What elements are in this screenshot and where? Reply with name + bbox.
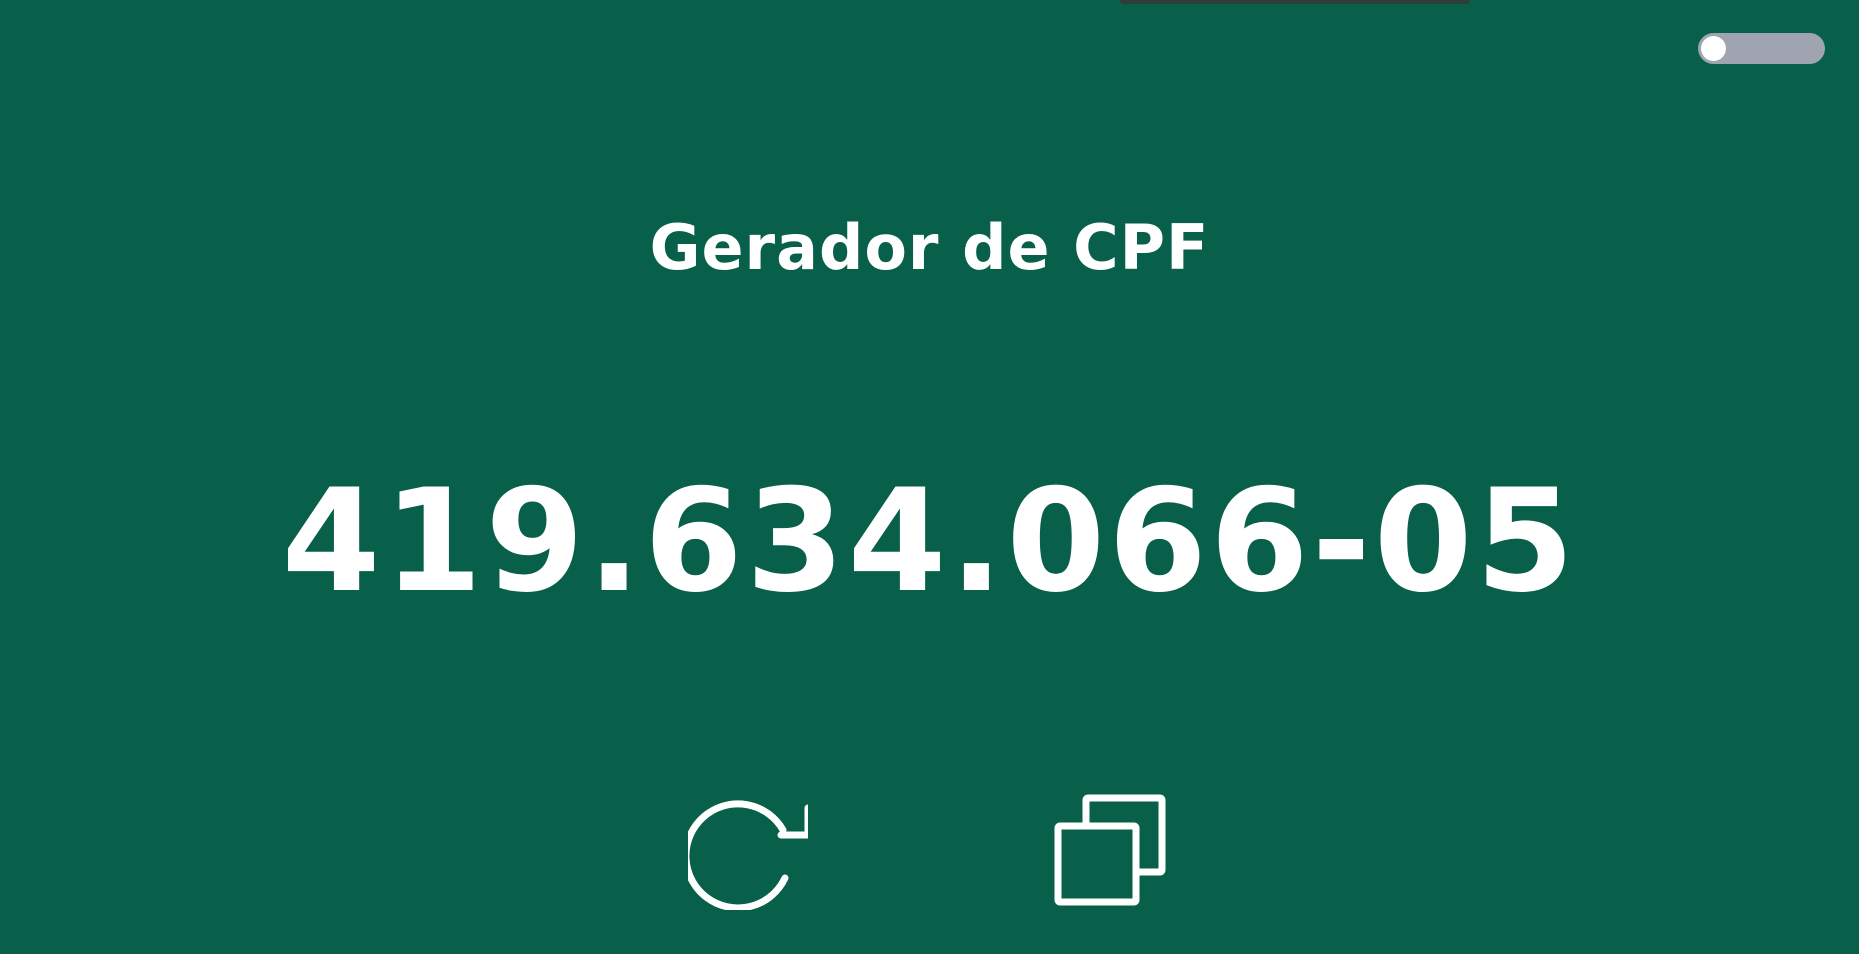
cpf-number: 419.634.066-05: [281, 459, 1578, 624]
action-bar: [0, 790, 1859, 910]
toggle-knob: [1701, 36, 1726, 61]
copy-button[interactable]: [1050, 790, 1170, 910]
refresh-button[interactable]: [688, 790, 808, 910]
copy-icon: [1054, 794, 1166, 906]
app-root: Gerador de CPF 419.634.066-05: [0, 0, 1859, 954]
theme-toggle[interactable]: [1698, 33, 1825, 64]
page-title: Gerador de CPF: [649, 211, 1210, 284]
refresh-icon: [688, 800, 808, 910]
top-tab-handle[interactable]: [1120, 0, 1470, 4]
